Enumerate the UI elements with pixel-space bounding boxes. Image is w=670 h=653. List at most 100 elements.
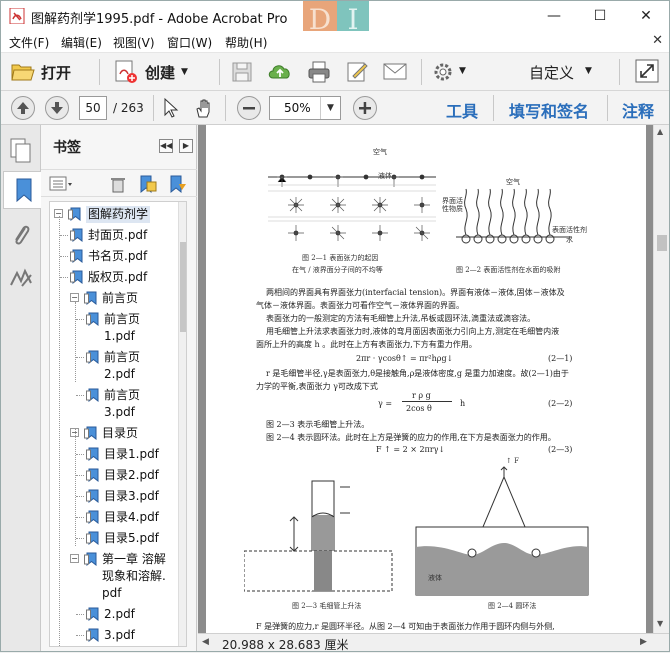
settings-dropdown-icon[interactable]: ▼ [459, 66, 466, 76]
bookmark-label: 现象和溶解. [102, 569, 166, 583]
bookmark-item[interactable]: 目录5.pdf [50, 530, 180, 547]
new-bookmark-icon[interactable] [137, 174, 157, 194]
scroll-left-icon[interactable]: ◀ [202, 637, 209, 647]
close-document-icon[interactable]: ✕ [652, 33, 663, 48]
edit-document-icon[interactable] [345, 60, 369, 84]
attachment-paperclip-icon[interactable] [7, 221, 35, 251]
bookmark-item[interactable]: 前言页 3.pdf [50, 387, 180, 421]
bookmark-item[interactable]: 封面页.pdf [50, 227, 180, 244]
bookmark-item[interactable]: 前言页 2.pdf [50, 349, 180, 383]
document-scrollbar[interactable]: ▲ ▼ [653, 125, 669, 633]
expand-panel-button[interactable]: ▶ [179, 139, 193, 153]
bookmark-item[interactable]: 3.pdf [50, 627, 180, 644]
expand-bookmark-icon[interactable] [167, 174, 187, 194]
tree-connector [76, 517, 84, 518]
bookmark-label: 书名页.pdf [88, 249, 148, 263]
bookmark-icon [86, 489, 99, 503]
bookmarks-panel-title: 书签 [53, 140, 81, 156]
open-button[interactable]: 打开 [11, 57, 71, 87]
bookmark-label: 目录2.pdf [104, 468, 159, 482]
figure-2-2-diagram [456, 188, 572, 244]
customize-menu[interactable]: 自定义 [529, 62, 574, 83]
bookmark-item[interactable]: − 目录页 [50, 425, 180, 442]
comment-pane-link[interactable]: 注释 [622, 98, 654, 122]
fig1-air-label: 空气 [373, 148, 387, 156]
tree-connector [76, 538, 84, 539]
fill-sign-pane-link[interactable]: 填写和签名 [509, 98, 589, 122]
bookmark-item[interactable]: 目录3.pdf [50, 488, 180, 505]
collapse-toggle-icon[interactable]: − [70, 554, 79, 563]
arrow-up-icon [17, 102, 29, 114]
cloud-upload-icon[interactable] [267, 60, 293, 84]
bookmarks-panel: 书签 ◀◀ ▶ − 图解药剂学 封面页.pdf 书名页.pdf 版权页.pdf − 前言页前… [41, 125, 197, 651]
tree-guide-line [75, 302, 76, 382]
previous-page-button[interactable] [11, 96, 35, 120]
menu-file[interactable]: 文件(F) [9, 34, 49, 51]
scroll-down-icon[interactable]: ▼ [657, 619, 663, 628]
document-view[interactable]: 空气 液体 图 2—1 表面张力的起因 在气 / 液界面分子间的不均等 空气 界… [198, 125, 653, 633]
zoom-out-button[interactable] [237, 96, 261, 120]
select-cursor-icon[interactable] [161, 97, 181, 119]
collapse-panel-button[interactable]: ◀◀ [159, 139, 173, 153]
minimize-button[interactable]: — [531, 1, 577, 31]
bookmarks-scroll-thumb[interactable] [180, 242, 186, 332]
zoom-select[interactable]: 50% ▼ [269, 96, 341, 120]
bookmark-item[interactable]: 目录1.pdf [50, 446, 180, 463]
create-button[interactable]: 创建 ▼ [113, 57, 188, 87]
save-icon[interactable] [231, 61, 253, 83]
fig2-caption: 图 2—2 表面活性剂在水面的吸附 [456, 266, 561, 274]
bookmark-item[interactable]: 版权页.pdf [50, 269, 180, 286]
scroll-right-icon[interactable]: ▶ [640, 637, 647, 647]
maximize-button[interactable]: ☐ [577, 1, 623, 31]
print-icon[interactable] [307, 60, 331, 84]
zoom-dropdown-icon[interactable]: ▼ [320, 97, 340, 119]
tools-pane-link[interactable]: 工具 [446, 98, 478, 122]
settings-gear-icon[interactable] [433, 62, 453, 82]
bookmark-item[interactable]: − 第一章 溶解 现象和溶解. pdf [50, 551, 180, 602]
equation-2-2-denominator: 2cos θ [406, 404, 432, 413]
bookmark-item[interactable]: − 前言页 [50, 290, 180, 307]
zoom-in-button[interactable] [353, 96, 377, 120]
bookmark-icon [86, 312, 99, 326]
fullscreen-icon[interactable] [635, 59, 659, 83]
next-page-button[interactable] [45, 96, 69, 120]
scroll-thumb[interactable] [657, 235, 667, 251]
bookmarks-scrollbar[interactable] [178, 202, 186, 646]
create-label: 创建 [145, 63, 176, 82]
bookmark-item[interactable]: − 图解药剂学 [50, 206, 180, 223]
bookmark-icon [84, 426, 97, 440]
menu-window[interactable]: 窗口(W) [167, 34, 212, 51]
customize-dropdown-icon[interactable]: ▼ [585, 66, 592, 76]
delete-trash-icon[interactable] [109, 175, 127, 193]
tree-connector [60, 235, 68, 236]
collapse-toggle-icon[interactable]: − [70, 293, 79, 302]
menu-edit[interactable]: 编辑(E) [61, 34, 102, 51]
body-line-7: 力学的平衡,表面张力 γ可改成下式 [256, 382, 378, 391]
email-icon[interactable] [383, 62, 407, 82]
bookmark-item[interactable]: 目录4.pdf [50, 509, 180, 526]
bookmark-item[interactable]: 2.pdf [50, 606, 180, 623]
tree-connector [60, 256, 68, 257]
zoom-value: 50% [284, 101, 311, 115]
scroll-up-icon[interactable]: ▲ [657, 127, 663, 136]
menu-view[interactable]: 视图(V) [113, 34, 155, 51]
bookmarks-rail-tab[interactable] [3, 171, 41, 209]
bookmarks-tree: − 图解药剂学 封面页.pdf 书名页.pdf 版权页.pdf − 前言页前言页 1.pdf 前… [49, 201, 187, 647]
page-thumbnails-icon[interactable] [7, 135, 35, 165]
minus-icon [243, 107, 255, 110]
page-number-input[interactable]: 50 [79, 96, 107, 120]
signatures-icon[interactable] [7, 263, 35, 293]
toolbar-divider [619, 59, 620, 85]
bookmark-label: 2.pdf [104, 607, 135, 621]
hand-tool-icon[interactable] [193, 97, 215, 119]
bookmark-item[interactable]: 书名页.pdf [50, 248, 180, 265]
close-window-button[interactable]: ✕ [623, 1, 669, 31]
tree-connector [76, 475, 84, 476]
toolbar-divider [225, 95, 226, 121]
toolbar-divider [153, 95, 154, 121]
bookmark-item[interactable]: 目录2.pdf [50, 467, 180, 484]
menu-help[interactable]: 帮助(H) [225, 34, 267, 51]
bookmark-options-icon[interactable] [49, 175, 73, 193]
create-pdf-icon [115, 60, 137, 83]
bookmark-item[interactable]: 前言页 1.pdf [50, 311, 180, 345]
